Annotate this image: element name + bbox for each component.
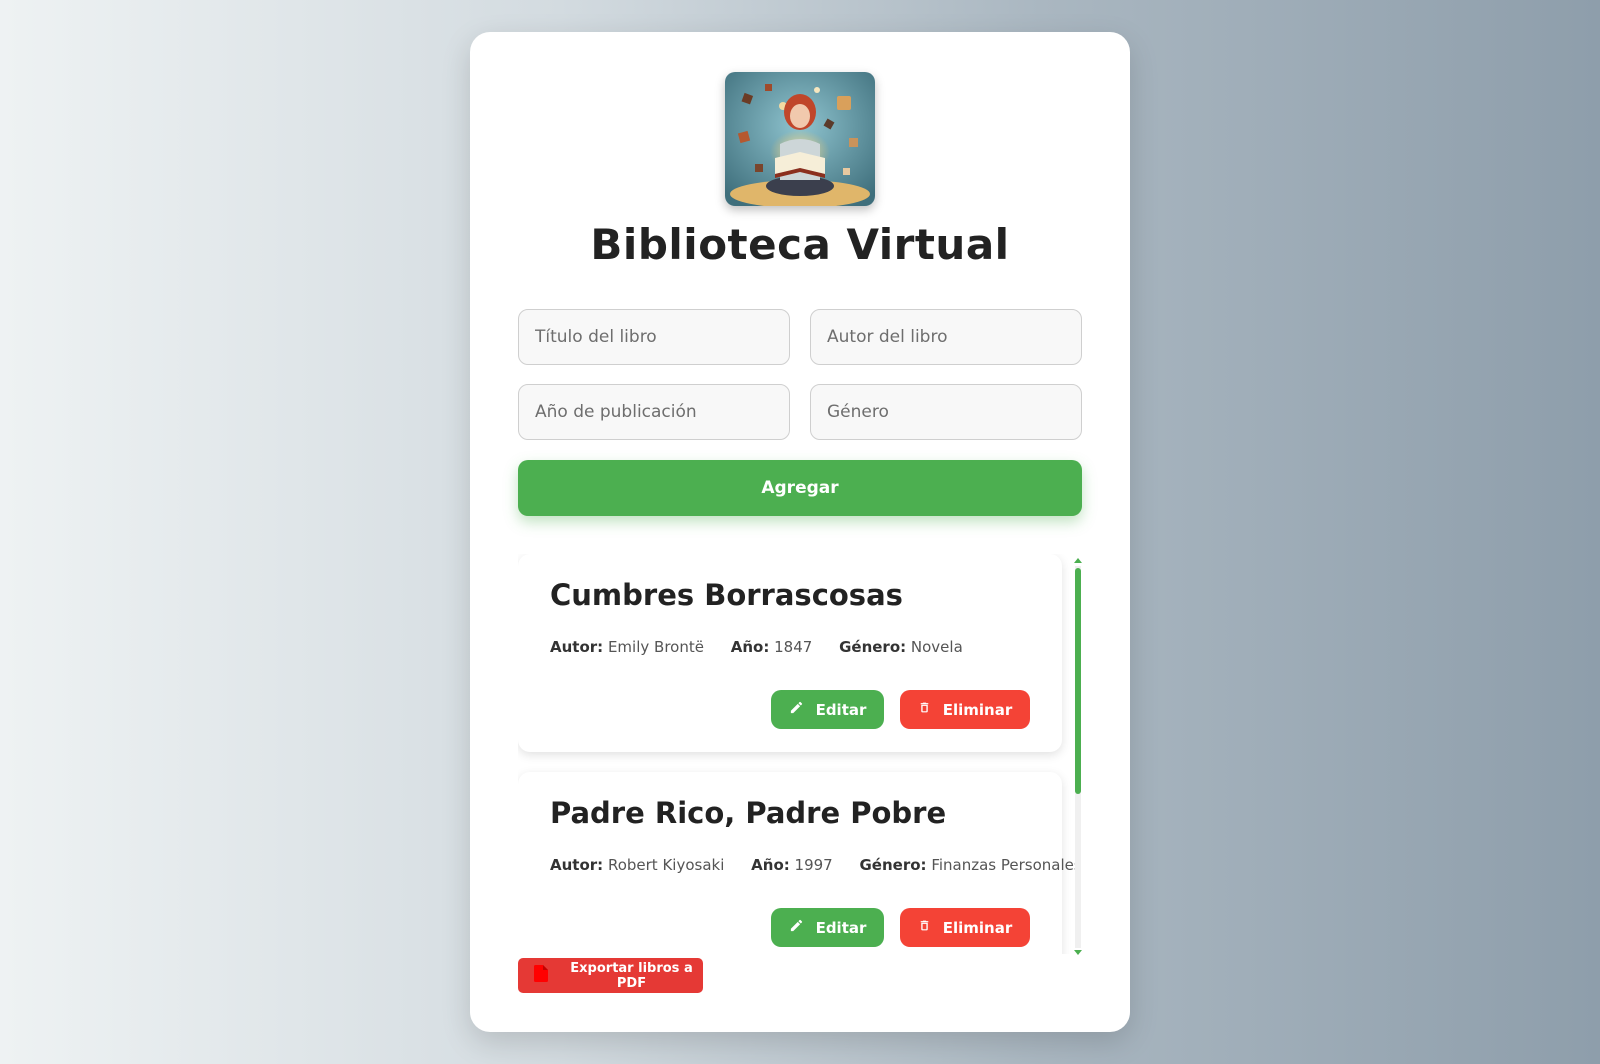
book-genre: Finanzas Personales: [931, 856, 1082, 874]
trash-icon: [918, 700, 931, 719]
book-meta: Autor: Robert Kiyosaki Año: 1997 Género:…: [550, 856, 1082, 874]
delete-book-button[interactable]: Eliminar: [900, 908, 1030, 947]
book-card: Padre Rico, Padre Pobre Autor: Robert Ki…: [518, 772, 1082, 954]
book-genre-input[interactable]: [810, 384, 1082, 440]
export-pdf-label: Exportar libros a PDF: [570, 960, 693, 991]
delete-book-button[interactable]: Eliminar: [900, 690, 1030, 729]
book-author: Robert Kiyosaki: [607, 856, 725, 874]
pencil-icon: [789, 700, 804, 719]
author-label: Autor:: [550, 638, 604, 656]
edit-book-button[interactable]: Editar: [771, 908, 884, 947]
main-card: Biblioteca Virtual Agregar Cumbres Borra…: [470, 32, 1130, 1032]
author-label: Autor:: [550, 856, 604, 874]
year-label: Año:: [730, 638, 770, 656]
book-card: Cumbres Borrascosas Autor: Emily Brontë …: [518, 554, 1062, 752]
book-author: Emily Brontë: [607, 638, 704, 656]
book-list[interactable]: Cumbres Borrascosas Autor: Emily Brontë …: [518, 554, 1082, 954]
genre-label: Género:: [839, 638, 907, 656]
export-pdf-button[interactable]: Exportar libros a PDF: [518, 958, 703, 993]
delete-label: Eliminar: [942, 918, 1013, 937]
book-meta: Autor: Emily Brontë Año: 1847 Género: No…: [550, 638, 985, 656]
trash-icon: [918, 918, 931, 937]
book-title: Cumbres Borrascosas: [550, 578, 903, 612]
edit-label: Editar: [815, 700, 867, 719]
year-label: Año:: [751, 856, 790, 874]
book-title-input[interactable]: [518, 309, 790, 365]
library-logo-image: [725, 72, 875, 206]
add-book-button[interactable]: Agregar: [518, 460, 1082, 516]
edit-label: Editar: [815, 918, 867, 937]
book-genre: Novela: [910, 638, 963, 656]
scrollbar-thumb[interactable]: [1075, 568, 1081, 794]
delete-label: Eliminar: [942, 700, 1013, 719]
edit-book-button[interactable]: Editar: [771, 690, 884, 729]
book-year-input[interactable]: [518, 384, 790, 440]
pencil-icon: [789, 918, 804, 937]
book-year: 1997: [794, 856, 833, 874]
scroll-down-arrow-icon[interactable]: [1074, 950, 1082, 955]
genre-label: Género:: [859, 856, 927, 874]
book-author-input[interactable]: [810, 309, 1082, 365]
pdf-file-icon: [534, 965, 548, 986]
book-title: Padre Rico, Padre Pobre: [550, 796, 947, 830]
page-title: Biblioteca Virtual: [590, 220, 1010, 269]
book-year: 1847: [774, 638, 813, 656]
scroll-up-arrow-icon[interactable]: [1074, 558, 1082, 563]
book-list-scrollbar[interactable]: [1074, 558, 1082, 958]
